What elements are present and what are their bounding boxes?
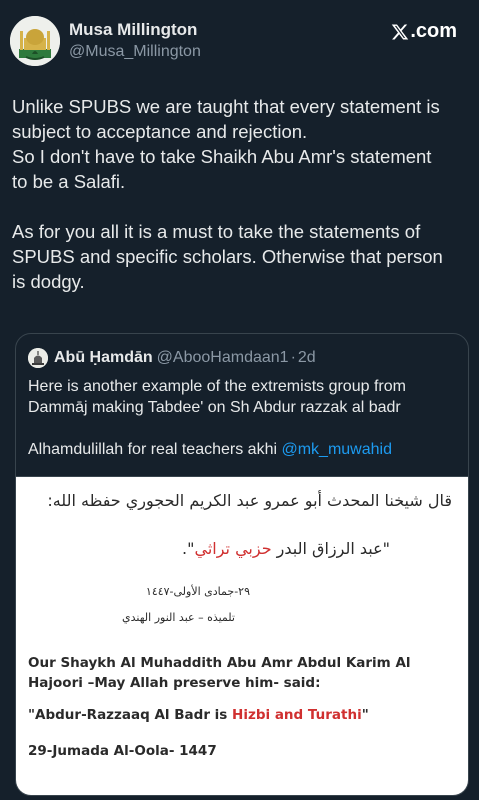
arabic-highlight: حزبي تراثي [194,539,272,558]
quoted-author-avatar[interactable] [28,348,48,368]
arabic-text: "عبد الرزاق البدر [271,539,390,558]
english-quote-line: "Abdur-Razzaaq Al Badr is Hizbi and Tura… [28,705,369,725]
author-avatar[interactable] [10,16,60,66]
english-highlight: Hizbi and Turathi [232,707,362,723]
english-text: " [361,707,369,723]
tweet-line: As for you all it is a must to take the … [12,221,421,242]
x-logo-icon [392,24,409,39]
separator-dot: · [290,349,296,366]
quoted-tweet[interactable]: Abū Ḥamdān @AbooHamdaan1 · 2d Here is an… [15,333,469,796]
author-name[interactable]: Musa Millington [69,20,197,40]
tweet-body: Unlike SPUBS we are taught that every st… [12,94,465,294]
arabic-quote-line: "عبد الرزاق البدر حزبي تراثي". [182,539,390,558]
tweet-line: SPUBS and specific scholars. Otherwise t… [12,246,443,267]
tweet-line: So I don't have to take Shaikh Abu Amr's… [12,146,432,167]
quoted-line: Here is another example of the extremist… [28,378,406,395]
tweet-line: subject to acceptance and rejection. [12,121,308,142]
arabic-signature: تلميذه – عبد النور الهندي [122,611,235,624]
quoted-line: Dammāj making Tabdee' on Sh Abdur razzak… [28,399,401,416]
quoted-author-handle[interactable]: @AbooHamdaan1 [157,349,289,367]
tweet-line: is dodgy. [12,271,85,292]
quoted-author-name[interactable]: Abū Ḥamdān [54,349,153,367]
english-line: Our Shaykh Al Muhaddith Abu Amr Abdul Ka… [28,655,411,671]
quoted-line-with-mention: Alhamdulillah for real teachers akhi @mk… [28,439,456,460]
quoted-timestamp[interactable]: 2d [298,349,316,367]
quoted-tweet-body: Here is another example of the extremist… [28,376,456,460]
author-handle[interactable]: @Musa_Millington [69,43,201,61]
brand-domain: .com [410,20,457,42]
quoted-tweet-header: Abū Ḥamdān @AbooHamdaan1 · 2d [28,348,316,368]
english-text: "Abdur-Razzaaq Al Badr is [28,707,233,723]
tweet-header: Musa Millington @Musa_Millington .com [10,12,465,66]
arabic-line: قال شيخنا المحدث أبو عمرو عبد الكريم الح… [47,491,452,510]
english-date: 29-Jumada Al-Oola- 1447 [28,743,217,759]
arabic-date: ٢٩-جمادى الأولى-١٤٤٧ [145,585,250,598]
quoted-line: Alhamdulillah for real teachers akhi [28,441,282,458]
brand-logo: .com [391,20,457,43]
tweet-line: Unlike SPUBS we are taught that every st… [12,96,440,117]
tweet-line: to be a Salafi. [12,171,126,192]
english-translation: Our Shaykh Al Muhaddith Abu Amr Abdul Ka… [28,653,411,693]
mention-link[interactable]: @mk_muwahid [281,441,392,458]
arabic-text: ". [182,539,195,558]
quoted-media-image[interactable]: قال شيخنا المحدث أبو عمرو عبد الكريم الح… [16,476,468,795]
english-line: Hajoori –May Allah preserve him- said: [28,675,321,691]
